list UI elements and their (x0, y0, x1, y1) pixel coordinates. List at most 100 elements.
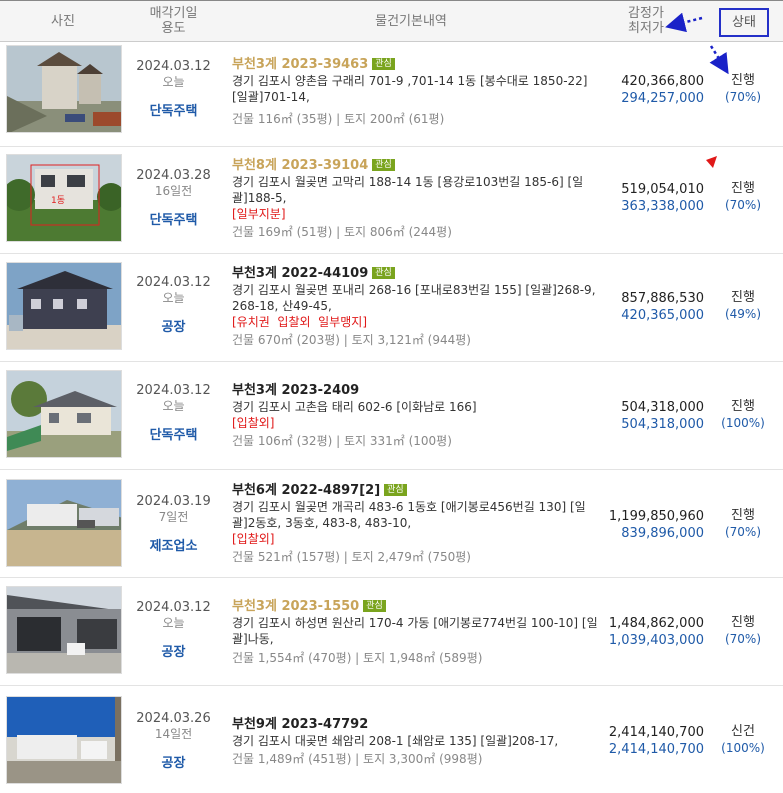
status-cell: 진행 (70%) (713, 615, 773, 647)
header-photo: 사진 (51, 14, 75, 29)
status-cell: 진행 (100%) (713, 399, 773, 431)
area-info: 건물 1,489㎡ (451평) | 토지 3,300㎡ (998평) (232, 752, 483, 766)
case-number-link[interactable]: 부천6계 2022-4897[2] (232, 483, 380, 498)
info-cell: 부천6계 2022-4897[2] 관심 경기 김포시 월곶면 개곡리 483-6… (232, 482, 604, 565)
case-number-link[interactable]: 부천3계 2023-2409 (232, 383, 359, 398)
property-use: 공장 (161, 645, 186, 660)
price-cell: 420,366,800 294,257,000 (594, 73, 704, 107)
warning-tags: [유치권 입찰외 일부맹지] (232, 315, 368, 329)
case-number-link[interactable]: 부천9계 2023-47792 (232, 717, 368, 732)
info-cell: 부천3계 2023-1550 관심 경기 김포시 하성면 원산리 170-4 가동… (232, 598, 604, 666)
property-use: 제조업소 (149, 539, 198, 554)
interest-badge: 관심 (372, 159, 395, 171)
date-use-cell: 2024.03.12 오늘 공장 (126, 600, 221, 661)
info-cell: 부천3계 2022-44109 관심 경기 김포시 월곶면 포내리 268-16 … (232, 265, 604, 348)
table-row[interactable]: 2024.03.12 오늘 단독주택 부천3계 2023-2409 경기 김포시… (0, 362, 783, 470)
minimum-price: 363,338,000 (621, 199, 704, 214)
property-photo[interactable] (6, 370, 122, 458)
property-use: 공장 (161, 320, 186, 335)
minimum-price: 504,318,000 (621, 417, 704, 432)
area-info: 건물 521㎡ (157평) | 토지 2,479㎡ (750평) (232, 550, 471, 564)
date-use-cell: 2024.03.12 오늘 단독주택 (126, 383, 221, 444)
minimum-price: 294,257,000 (621, 91, 704, 106)
appraisal-price: 857,886,530 (621, 291, 704, 306)
area-info: 건물 106㎡ (32평) | 토지 331㎡ (100평) (232, 434, 452, 448)
appraisal-price: 1,484,862,000 (608, 616, 704, 631)
appraisal-price: 504,318,000 (621, 400, 704, 415)
status-percent: (70%) (724, 198, 762, 212)
property-use: 단독주택 (149, 104, 198, 119)
property-photo[interactable] (6, 479, 122, 567)
sale-date: 2024.03.28 (136, 168, 211, 183)
table-row[interactable]: 1동 2024.03.28 16일전 단독주택 부천8계 2023-39104 관… (0, 147, 783, 254)
price-cell: 1,484,862,000 1,039,403,000 (594, 615, 704, 649)
sale-date: 2024.03.12 (136, 59, 211, 74)
appraisal-price: 420,366,800 (621, 74, 704, 89)
case-number-link[interactable]: 부천3계 2023-1550 (232, 599, 359, 614)
appraisal-price: 1,199,850,960 (608, 509, 704, 524)
property-photo[interactable] (6, 696, 122, 784)
status-percent: (49%) (724, 307, 762, 321)
relative-date: 오늘 (162, 399, 185, 413)
table-header: 사진 매각기일 용도 물건기본내역 감정가 최저가 상태 (0, 0, 783, 42)
price-cell: 504,318,000 504,318,000 (594, 399, 704, 433)
sale-date: 2024.03.26 (136, 711, 211, 726)
case-number-link[interactable]: 부천8계 2023-39104 (232, 158, 368, 173)
status-cell: 진행 (49%) (713, 290, 773, 322)
header-use: 용도 (161, 21, 186, 36)
address: 경기 김포시 하성면 원산리 170-4 가동 [애기봉로774번길 100-1… (232, 616, 598, 646)
property-photo[interactable]: 1동 (6, 154, 122, 242)
case-number-link[interactable]: 부천3계 2023-39463 (232, 57, 368, 72)
table-row[interactable]: 2024.03.12 오늘 단독주택 부천3계 2023-39463 관심 경기 … (0, 42, 783, 147)
status-text: 진행 (731, 181, 755, 196)
date-use-cell: 2024.03.12 오늘 단독주택 (126, 59, 221, 120)
property-use: 단독주택 (149, 428, 198, 443)
status-cell: 신건 (100%) (713, 724, 773, 756)
header-appraisal: 감정가 (628, 6, 664, 21)
price-cell: 519,054,010 363,338,000 (594, 181, 704, 215)
table-row[interactable]: 2024.03.26 14일전 공장 부천9계 2023-47792 경기 김포… (0, 686, 783, 793)
interest-badge: 관심 (372, 58, 395, 70)
property-photo[interactable] (6, 45, 122, 133)
header-date-use: 매각기일 용도 (126, 6, 221, 36)
svg-text:1동: 1동 (51, 195, 65, 206)
table-row[interactable]: 2024.03.12 오늘 공장 부천3계 2022-44109 관심 경기 김포… (0, 254, 783, 362)
status-percent: (70%) (724, 90, 762, 104)
sale-date: 2024.03.12 (136, 275, 211, 290)
status-percent: (70%) (724, 632, 762, 646)
warning-tags: [입찰외] (232, 416, 275, 430)
area-info: 건물 1,554㎡ (470평) | 토지 1,948㎡ (589평) (232, 651, 483, 665)
table-row[interactable]: 2024.03.12 오늘 공장 부천3계 2023-1550 관심 경기 김포시… (0, 578, 783, 686)
area-info: 건물 116㎡ (35평) | 토지 200㎡ (61평) (232, 112, 445, 126)
address: 경기 김포시 월곶면 포내리 268-16 [포내로83번길 155] [일괄]… (232, 283, 596, 313)
property-photo[interactable] (6, 262, 122, 350)
status-text: 진행 (731, 615, 755, 630)
info-cell: 부천8계 2023-39104 관심 경기 김포시 월곶면 고막리 188-14 … (232, 157, 604, 240)
status-text: 신건 (731, 724, 755, 739)
header-status[interactable]: 상태 (719, 8, 769, 37)
price-cell: 2,414,140,700 2,414,140,700 (594, 724, 704, 758)
relative-date: 오늘 (162, 75, 185, 89)
date-use-cell: 2024.03.12 오늘 공장 (126, 275, 221, 336)
relative-date: 14일전 (154, 727, 193, 741)
area-info: 건물 670㎡ (203평) | 토지 3,121㎡ (944평) (232, 333, 471, 347)
minimum-price: 420,365,000 (621, 308, 704, 323)
price-cell: 1,199,850,960 839,896,000 (594, 508, 704, 542)
case-number-link[interactable]: 부천3계 2022-44109 (232, 266, 368, 281)
table-row[interactable]: 2024.03.19 7일전 제조업소 부천6계 2022-4897[2] 관심 … (0, 470, 783, 578)
relative-date: 오늘 (162, 616, 185, 630)
address: 경기 김포시 양촌읍 구래리 701-9 ,701-14 1동 [봉수대로 18… (232, 74, 588, 104)
header-price[interactable]: 감정가 최저가 (601, 6, 691, 36)
property-use: 공장 (161, 756, 186, 771)
status-percent: (100%) (721, 741, 765, 755)
date-use-cell: 2024.03.26 14일전 공장 (126, 711, 221, 772)
address: 경기 김포시 월곶면 고막리 188-14 1동 [용강로103번길 185-6… (232, 175, 584, 205)
sale-date: 2024.03.12 (136, 383, 211, 398)
status-text: 진행 (731, 508, 755, 523)
relative-date: 7일전 (158, 510, 189, 524)
appraisal-price: 519,054,010 (621, 182, 704, 197)
relative-date: 오늘 (162, 291, 185, 305)
property-photo[interactable] (6, 586, 122, 674)
minimum-price: 839,896,000 (621, 526, 704, 541)
area-info: 건물 169㎡ (51평) | 토지 806㎡ (244평) (232, 225, 452, 239)
